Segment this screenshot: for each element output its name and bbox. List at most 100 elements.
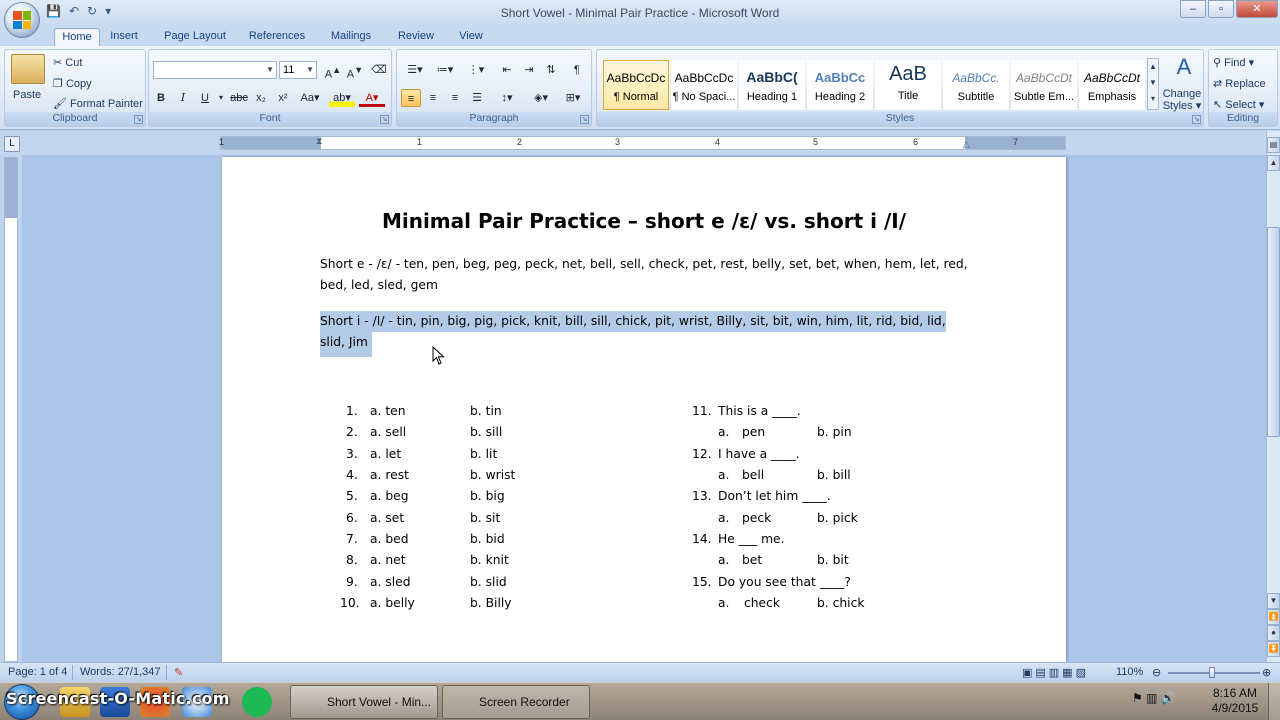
font-size-combo[interactable]: 11 ▼ [279,61,317,79]
italic-icon[interactable]: I [173,89,193,107]
bold-icon[interactable]: B [151,89,171,107]
line-spacing-icon[interactable]: ↕▾ [493,89,521,107]
tab-home[interactable]: Home [54,28,100,46]
scroll-down-icon[interactable]: ▼ [1267,593,1280,609]
bullets-icon[interactable]: ☰▾ [401,61,429,79]
sentence-option-b: b. chick [817,596,865,610]
select-button[interactable]: ↖ Select ▾ [1213,98,1264,111]
style-heading-2[interactable]: AaBbCc Heading 2 [807,60,873,110]
scroll-thumb[interactable] [1267,227,1280,437]
style-sample: AaB [889,63,927,85]
strikethrough-icon[interactable]: abc [229,89,249,107]
subscript-icon[interactable]: x₂ [251,89,271,107]
tab-insert[interactable]: Insert [104,28,144,46]
zoom-out-icon[interactable]: ⊖ [1152,666,1161,679]
zoom-level[interactable]: 110% [1116,666,1143,678]
multilevel-list-icon[interactable]: ⋮▾ [461,61,491,79]
shading-icon[interactable]: ◈▾ [527,89,555,107]
style-normal[interactable]: AaBbCcDc ¶ Normal [603,60,669,110]
cut-button[interactable]: ✂ Cut [53,56,82,69]
paste-button[interactable]: Paste [13,89,41,101]
sentence-option-b: b. pin [817,425,852,439]
format-painter-button[interactable]: 🖌 Format Painter [53,97,143,110]
style-heading-1[interactable]: AaBbC(Heading 1 [739,60,805,110]
select-browse-object-icon[interactable]: ● [1267,625,1280,641]
horizontal-ruler[interactable]: 1 1 2 3 4 5 6 7 ⧗ △ [219,136,1066,150]
tab-references[interactable]: References [244,28,310,46]
increase-indent-icon[interactable]: ⇥ [519,61,539,79]
copy-button[interactable]: ❐ Copy [53,77,92,90]
font-name-combo[interactable]: ▼ [153,61,277,79]
minimize-button[interactable]: – [1180,0,1206,18]
view-buttons[interactable]: ▣▤▥▦▧ [1022,666,1089,679]
style-title[interactable]: AaB Title [875,60,941,110]
replace-button[interactable]: ⇄ Replace [1213,77,1266,90]
left-margin-area [221,137,321,149]
find-button[interactable]: ⚲ Find ▾ [1213,56,1254,69]
document-page[interactable]: Minimal Pair Practice – short e /ɛ/ vs. … [222,157,1066,662]
styles-scroll-icon[interactable]: ▲ ▼ ▾ [1147,58,1159,110]
network-icon[interactable]: ▥ [1146,691,1157,705]
previous-page-icon[interactable]: ⏫ [1267,609,1280,625]
taskbar-word-window[interactable]: Short Vowel - Min... [290,685,438,719]
taskbar-screen-recorder[interactable]: Screen Recorder [442,685,590,719]
tab-review[interactable]: Review [392,28,440,46]
decrease-indent-icon[interactable]: ⇤ [497,61,517,79]
indent-marker-icon[interactable]: ⧗ [316,136,322,147]
numbering-icon[interactable]: ≔▾ [431,61,459,79]
clear-formatting-icon[interactable]: ⌫ [369,61,389,79]
show-desktop-button[interactable] [1268,683,1280,720]
volume-icon[interactable]: 🔊 [1161,691,1176,705]
tab-page-layout[interactable]: Page Layout [158,28,232,46]
close-button[interactable]: ✕ [1236,0,1278,18]
editing-group-label: Editing [1209,112,1277,126]
zoom-in-icon[interactable]: ⊕ [1262,666,1271,679]
paragraph-launcher-icon[interactable]: ↘ [580,115,589,124]
tab-selector-icon[interactable]: L [4,136,20,152]
align-right-icon[interactable]: ≡ [445,89,465,107]
right-indent-marker-icon[interactable]: △ [963,139,970,150]
font-color-icon[interactable]: A▾ [359,89,385,107]
clipboard-launcher-icon[interactable]: ↘ [134,115,143,124]
vertical-ruler[interactable] [4,157,18,662]
styles-launcher-icon[interactable]: ↘ [1192,115,1201,124]
tab-view[interactable]: View [452,28,490,46]
superscript-icon[interactable]: x² [273,89,293,107]
justify-icon[interactable]: ☰ [467,89,487,107]
vertical-scrollbar[interactable]: ▤ ▲ ▼ ⏫ ● ⏬ [1266,131,1280,662]
sentence-option-b: b. bit [817,553,849,567]
action-center-flag-icon[interactable]: ⚑ [1132,691,1143,705]
align-center-icon[interactable]: ≡ [423,89,443,107]
style-subtitle[interactable]: AaBbCc. Subtitle [943,60,1009,110]
sort-icon[interactable]: ⇅ [541,61,561,79]
sentence-option-b: b. bill [817,468,851,482]
borders-icon[interactable]: ⊞▾ [559,89,587,107]
align-left-icon[interactable]: ≡ [401,89,421,107]
page-count[interactable]: Page: 1 of 4 [8,666,67,678]
paste-icon[interactable] [11,54,45,84]
show-formatting-icon[interactable]: ¶ [567,61,587,79]
change-styles-icon[interactable]: A [1165,54,1203,80]
style-subtle-emphasis[interactable]: AaBbCcDt Subtle Em... [1011,60,1077,110]
maximize-button[interactable]: ▫ [1208,0,1234,18]
font-launcher-icon[interactable]: ↘ [380,115,389,124]
change-styles-button[interactable]: Change Styles ▾ [1160,88,1204,112]
ruler-toggle-icon[interactable]: ▤ [1267,137,1280,153]
highlight-icon[interactable]: ab▾ [329,89,355,107]
tab-mailings[interactable]: Mailings [322,28,380,46]
word-count[interactable]: Words: 27/1,347 [80,666,161,678]
change-case-icon[interactable]: Aa▾ [297,89,323,107]
scroll-up-icon[interactable]: ▲ [1267,155,1280,171]
style-emphasis[interactable]: AaBbCcDt Emphasis [1079,60,1145,110]
style-no-spacing[interactable]: AaBbCcDc ¶ No Spaci... [671,60,737,110]
shrink-font-icon[interactable]: A▼ [345,61,365,81]
system-clock[interactable]: 8:16 AM 4/9/2015 [1205,686,1265,716]
chevron-down-icon[interactable]: ▾ [211,89,231,107]
list-item-number: 1. [346,404,358,418]
grow-font-icon[interactable]: A▲ [323,61,343,81]
next-page-icon[interactable]: ⏬ [1267,641,1280,657]
proofing-icon[interactable]: ✎ [174,666,183,679]
office-button[interactable] [4,2,40,38]
spotify-icon[interactable] [242,687,272,717]
zoom-slider-thumb[interactable] [1209,667,1215,678]
